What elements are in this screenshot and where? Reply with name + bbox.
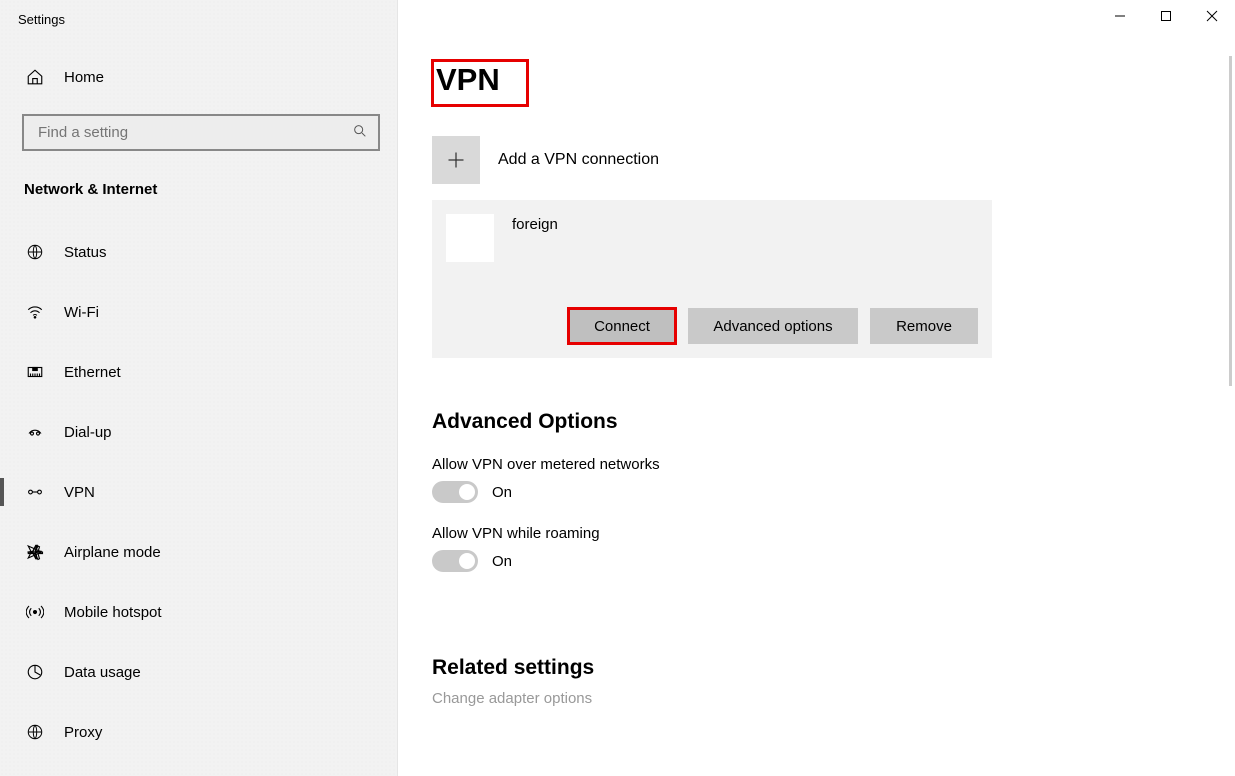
related-settings-title: Related settings (432, 656, 1235, 680)
toggle-metered-state: On (492, 484, 512, 501)
sidebar-item-ethernet[interactable]: Ethernet (0, 342, 397, 402)
plus-icon (432, 136, 480, 184)
sidebar-item-label: Proxy (64, 724, 102, 741)
nav-list: Status Wi-Fi Ethernet Dial-up VPN (0, 212, 397, 762)
advanced-options-title: Advanced Options (432, 410, 1235, 434)
sidebar-item-label: Status (64, 244, 107, 261)
toggle-roaming[interactable] (432, 550, 478, 572)
sidebar-item-label: Data usage (64, 664, 141, 681)
status-icon (24, 243, 46, 261)
search-input[interactable] (36, 123, 352, 142)
home-label: Home (64, 69, 104, 86)
sidebar-item-label: Dial-up (64, 424, 112, 441)
vpn-connection-icon (446, 214, 494, 262)
vpn-connection-name: foreign (512, 214, 558, 233)
page-title: VPN (432, 60, 528, 106)
remove-button[interactable]: Remove (870, 308, 978, 344)
sidebar-item-label: Ethernet (64, 364, 121, 381)
hotspot-icon (24, 603, 46, 621)
sidebar-section-header: Network & Internet (0, 151, 397, 212)
search-wrap (22, 114, 379, 151)
home-icon (24, 68, 46, 86)
main-content: VPN Add a VPN connection foreign Connect… (398, 0, 1235, 776)
sidebar-item-label: Airplane mode (64, 544, 161, 561)
sidebar-item-airplane[interactable]: Airplane mode (0, 522, 397, 582)
sidebar-item-status[interactable]: Status (0, 222, 397, 282)
link-change-adapter[interactable]: Change adapter options (432, 690, 1235, 707)
sidebar-item-label: VPN (64, 484, 95, 501)
proxy-icon (24, 723, 46, 741)
sidebar-item-label: Mobile hotspot (64, 604, 162, 621)
advanced-options-button[interactable]: Advanced options (688, 308, 858, 344)
sidebar-item-label: Wi-Fi (64, 304, 99, 321)
sidebar-home[interactable]: Home (0, 40, 397, 100)
sidebar-item-hotspot[interactable]: Mobile hotspot (0, 582, 397, 642)
option-roaming-label: Allow VPN while roaming (432, 525, 1235, 542)
add-vpn-row[interactable]: Add a VPN connection (432, 136, 1235, 184)
sidebar-item-dialup[interactable]: Dial-up (0, 402, 397, 462)
scrollbar[interactable] (1229, 56, 1232, 386)
connect-button[interactable]: Connect (568, 308, 676, 344)
sidebar: Settings Home Network & Internet Status … (0, 0, 398, 776)
ethernet-icon (24, 363, 46, 381)
toggle-metered[interactable] (432, 481, 478, 503)
sidebar-item-wifi[interactable]: Wi-Fi (0, 282, 397, 342)
option-roaming: Allow VPN while roaming On (432, 525, 1235, 572)
sidebar-item-vpn[interactable]: VPN (0, 462, 397, 522)
search-box[interactable] (22, 114, 380, 151)
wifi-icon (24, 303, 46, 321)
add-vpn-label: Add a VPN connection (498, 151, 659, 169)
vpn-connection-card[interactable]: foreign Connect Advanced options Remove (432, 200, 992, 358)
app-title: Settings (0, 0, 397, 40)
airplane-icon (24, 543, 46, 561)
option-metered-label: Allow VPN over metered networks (432, 456, 1235, 473)
option-metered: Allow VPN over metered networks On (432, 456, 1235, 503)
data-usage-icon (24, 663, 46, 681)
vpn-icon (24, 483, 46, 501)
sidebar-item-datausage[interactable]: Data usage (0, 642, 397, 702)
dialup-icon (24, 423, 46, 441)
sidebar-item-proxy[interactable]: Proxy (0, 702, 397, 762)
toggle-roaming-state: On (492, 553, 512, 570)
search-icon (352, 123, 368, 142)
